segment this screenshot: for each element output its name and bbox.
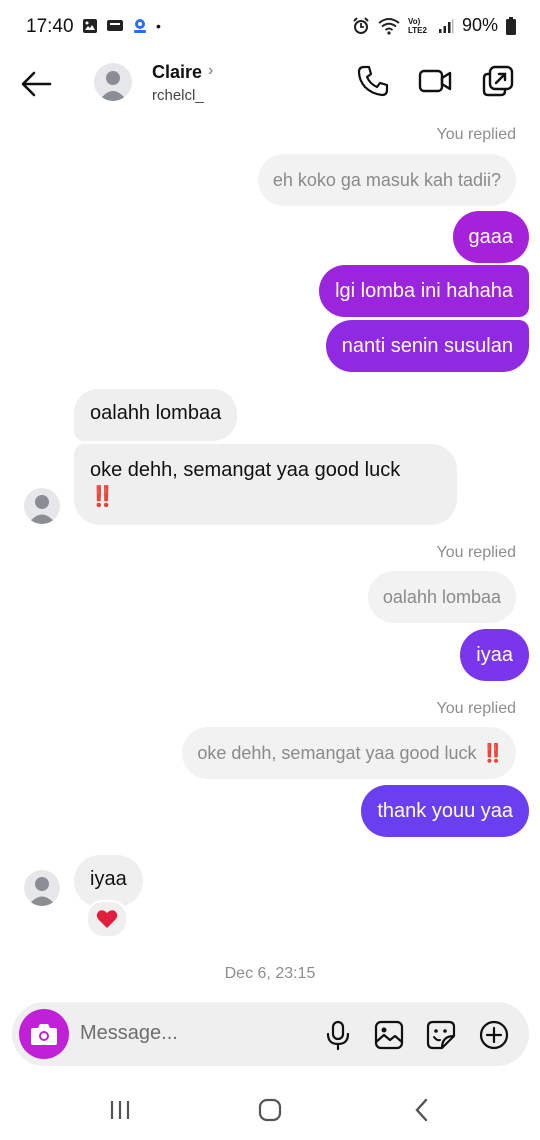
sent-message[interactable]: iyaa	[460, 629, 529, 681]
default-avatar-icon	[99, 71, 127, 101]
voice-message-button[interactable]	[322, 1019, 354, 1051]
message-text: oke dehh, semangat yaa good luck	[90, 459, 401, 481]
status-bar: 17:40 • Vo) LTE2 90%	[0, 0, 540, 54]
sticker-button[interactable]	[425, 1019, 457, 1051]
default-avatar-icon	[28, 495, 56, 524]
conversation-timestamp: Dec 6, 23:15	[224, 965, 316, 982]
camera-button[interactable]	[19, 1009, 69, 1059]
double-exclamation-emoji: ‼️	[90, 486, 115, 508]
back-button[interactable]	[18, 66, 54, 102]
status-time: 17:40	[26, 16, 74, 37]
contact-avatar[interactable]	[94, 63, 132, 101]
quoted-message[interactable]: oalahh lombaa	[367, 571, 516, 623]
message-notification-icon	[107, 20, 123, 31]
recent-apps-button[interactable]	[100, 1094, 140, 1126]
video-call-button[interactable]	[418, 64, 452, 98]
share-screen-icon	[482, 65, 514, 97]
quoted-message[interactable]: oke dehh, semangat yaa good luck ‼️	[182, 727, 516, 779]
reply-label: You replied	[436, 126, 516, 143]
microphone-icon	[326, 1020, 350, 1051]
arrow-left-icon	[21, 71, 52, 97]
share-screen-button[interactable]	[481, 64, 515, 98]
app-notification-icon	[134, 19, 146, 33]
quoted-message[interactable]: eh koko ga masuk kah tadii?	[257, 154, 516, 206]
heart-icon	[96, 910, 118, 928]
gallery-button[interactable]	[373, 1019, 405, 1051]
contact-username[interactable]: rchelcl_	[152, 87, 204, 104]
sender-avatar[interactable]	[24, 870, 60, 906]
contact-name[interactable]: Claire	[152, 62, 202, 83]
message-text: thank youu yaa	[377, 799, 513, 822]
message-text: gaaa	[468, 225, 514, 248]
sent-message[interactable]: gaaa	[452, 211, 529, 263]
sender-avatar[interactable]	[24, 488, 60, 524]
quoted-text: oalahh lombaa	[382, 586, 501, 607]
reply-label: You replied	[436, 544, 516, 561]
message-input[interactable]	[80, 1022, 280, 1045]
message-text: iyaa	[90, 868, 127, 890]
message-text: lgi lomba ini hahaha	[335, 279, 513, 302]
plus-circle-icon	[479, 1020, 509, 1050]
received-message[interactable]: oalahh lombaa	[74, 389, 238, 441]
home-icon	[258, 1098, 282, 1122]
home-button[interactable]	[250, 1094, 290, 1126]
signal-icon	[438, 18, 454, 33]
wifi-icon	[378, 17, 400, 35]
message-text: nanti senin susulan	[341, 334, 513, 357]
message-composer	[12, 1002, 529, 1066]
add-attachment-button[interactable]	[478, 1019, 510, 1051]
battery-percent: 90%	[461, 15, 498, 35]
sent-message[interactable]: thank youu yaa	[361, 785, 529, 837]
more-notifications-dot: •	[156, 18, 161, 34]
quoted-text: eh koko ga masuk kah tadii?	[272, 169, 501, 190]
camera-icon	[31, 1024, 57, 1045]
double-exclamation-emoji: ‼️	[481, 742, 504, 763]
system-back-button[interactable]	[402, 1094, 442, 1126]
gallery-notification-icon	[83, 19, 97, 33]
chat-header: Claire › rchelcl_	[0, 54, 540, 112]
chevron-right-icon[interactable]: ›	[208, 62, 213, 80]
status-right-icons: Vo) LTE2 90%	[352, 15, 516, 36]
recent-apps-icon	[110, 1101, 130, 1119]
received-message[interactable]: oke dehh, semangat yaa good luck ‼️	[74, 444, 457, 525]
sticker-icon	[426, 1020, 456, 1050]
chevron-left-icon	[415, 1098, 428, 1122]
network-label: Vo) LTE2	[407, 16, 427, 35]
image-icon	[374, 1020, 404, 1050]
call-button[interactable]	[356, 64, 390, 98]
sent-message[interactable]: lgi lomba ini hahaha	[319, 265, 529, 317]
alarm-icon	[353, 16, 369, 34]
sent-message[interactable]: nanti senin susulan	[325, 320, 529, 372]
message-text: oalahh lombaa	[90, 402, 222, 424]
phone-icon	[357, 65, 389, 97]
default-avatar-icon	[28, 877, 56, 906]
status-notification-icons: •	[82, 17, 161, 35]
heart-reaction[interactable]: ❤️	[86, 900, 128, 938]
reply-label: You replied	[436, 700, 516, 717]
battery-icon	[506, 16, 516, 35]
message-text: iyaa	[476, 643, 513, 666]
quoted-text: oke dehh, semangat yaa good luck	[197, 742, 477, 763]
video-camera-icon	[418, 69, 452, 93]
system-navigation-bar	[0, 1080, 540, 1140]
